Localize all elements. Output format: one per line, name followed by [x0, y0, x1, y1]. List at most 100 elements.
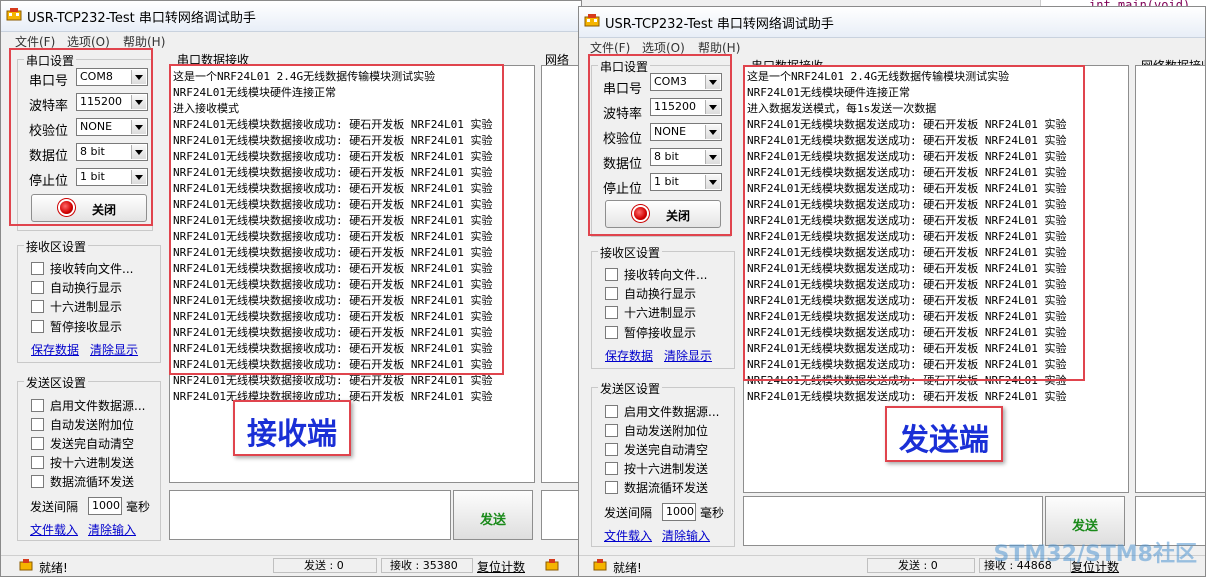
- rx-option-wrap[interactable]: 自动换行显示: [605, 285, 696, 302]
- rx-option-hex[interactable]: 十六进制显示: [31, 298, 122, 315]
- tx-option-autoclear[interactable]: 发送完自动清空: [605, 441, 708, 458]
- rx-option-file[interactable]: 接收转向文件...: [605, 266, 707, 283]
- clear-input-link[interactable]: 清除输入: [88, 521, 136, 538]
- checkbox-icon: [31, 475, 44, 488]
- chevron-down-icon: [131, 145, 146, 159]
- checkbox-icon: [605, 405, 618, 418]
- tx-option-append[interactable]: 自动发送附加位: [31, 416, 134, 433]
- chevron-down-icon: [131, 95, 146, 109]
- checkbox-icon: [31, 300, 44, 313]
- rx-line: NRF24L01无线模块硬件连接正常: [747, 86, 910, 99]
- checkbox-icon: [605, 462, 618, 475]
- menu-options[interactable]: 选项(O): [67, 33, 110, 50]
- baud-value: 115200: [80, 95, 122, 108]
- tx-option-loop[interactable]: 数据流循环发送: [605, 479, 708, 496]
- status-sent-text: 发送 : 0: [898, 559, 938, 572]
- tx-option-hex[interactable]: 按十六进制发送: [605, 460, 708, 477]
- close-port-button[interactable]: 关闭: [31, 194, 147, 222]
- receiver-titlebar[interactable]: USR-TCP232-Test 串口转网络调试助手: [1, 1, 581, 32]
- rx-line: NRF24L01无线模块数据接收成功: 硬石开发板 NRF24L01 实验: [173, 310, 493, 323]
- tx-option-label: 按十六进制发送: [624, 462, 709, 476]
- baud-select[interactable]: 115200: [650, 98, 722, 116]
- receiver-label-box: 接收端: [233, 400, 351, 456]
- stopbits-select[interactable]: 1 bit: [76, 168, 148, 186]
- rx-line: NRF24L01无线模块数据发送成功: 硬石开发板 NRF24L01 实验: [747, 118, 1067, 131]
- interval-input[interactable]: 1000: [88, 497, 122, 515]
- checkbox-icon: [605, 268, 618, 281]
- rx-line: NRF24L01无线模块数据接收成功: 硬石开发板 NRF24L01 实验: [173, 278, 493, 291]
- rx-option-pause[interactable]: 暂停接收显示: [31, 318, 122, 335]
- rx-option-label: 自动换行显示: [50, 281, 123, 295]
- port-select[interactable]: COM8: [76, 68, 148, 86]
- tx-option-loop[interactable]: 数据流循环发送: [31, 473, 134, 490]
- rx-line: NRF24L01无线模块数据发送成功: 硬石开发板 NRF24L01 实验: [747, 262, 1067, 275]
- checkbox-icon: [31, 262, 44, 275]
- chevron-down-icon: [705, 175, 720, 189]
- parity-select[interactable]: NONE: [650, 123, 722, 141]
- rx-option-wrap[interactable]: 自动换行显示: [31, 279, 122, 296]
- clear-display-link[interactable]: 清除显示: [90, 341, 138, 358]
- menu-help[interactable]: 帮助(H): [698, 39, 740, 56]
- port-label: 串口号: [603, 82, 643, 97]
- net-send-input[interactable]: [541, 490, 581, 540]
- rx-line: NRF24L01无线模块数据接收成功: 硬石开发板 NRF24L01 实验: [173, 262, 493, 275]
- checkbox-icon: [605, 306, 618, 319]
- parity-value: NONE: [80, 120, 113, 133]
- file-load-link[interactable]: 文件载入: [30, 521, 78, 538]
- port-value: COM3: [654, 75, 687, 88]
- chevron-down-icon: [131, 120, 146, 134]
- rx-option-label: 接收转向文件...: [624, 268, 708, 282]
- checkbox-icon: [605, 424, 618, 437]
- sender-titlebar[interactable]: USR-TCP232-Test 串口转网络调试助手: [579, 7, 1205, 38]
- tx-option-label: 自动发送附加位: [624, 424, 709, 438]
- tx-option-autoclear[interactable]: 发送完自动清空: [31, 435, 134, 452]
- rx-line: NRF24L01无线模块数据接收成功: 硬石开发板 NRF24L01 实验: [173, 134, 493, 147]
- clear-display-link[interactable]: 清除显示: [664, 347, 712, 364]
- tx-option-label: 启用文件数据源...: [50, 399, 146, 413]
- menu-options[interactable]: 选项(O): [642, 39, 685, 56]
- send-input[interactable]: [169, 490, 451, 540]
- rx-option-file[interactable]: 接收转向文件...: [31, 260, 133, 277]
- tx-option-append[interactable]: 自动发送附加位: [605, 422, 708, 439]
- stopbits-label: 停止位: [29, 174, 69, 189]
- tx-option-hex[interactable]: 按十六进制发送: [31, 454, 134, 471]
- stopbits-select[interactable]: 1 bit: [650, 173, 722, 191]
- group-title: 发送区设置: [24, 374, 89, 391]
- menu-file[interactable]: 文件(F): [15, 33, 55, 50]
- baud-select[interactable]: 115200: [76, 93, 148, 111]
- tx-option-file[interactable]: 启用文件数据源...: [31, 397, 145, 414]
- status-received-text: 接收 : 35380: [390, 559, 458, 572]
- rx-line: NRF24L01无线模块数据接收成功: 硬石开发板 NRF24L01 实验: [173, 118, 493, 131]
- chevron-down-icon: [131, 70, 146, 84]
- databits-value: 8 bit: [654, 150, 679, 163]
- interval-unit: 毫秒: [700, 506, 725, 520]
- net-data-area[interactable]: [541, 65, 581, 483]
- group-title: 接收区设置: [24, 238, 89, 255]
- sender-label: 发送端: [899, 423, 989, 458]
- rx-option-pause[interactable]: 暂停接收显示: [605, 324, 696, 341]
- save-data-link[interactable]: 保存数据: [31, 341, 79, 358]
- file-load-link[interactable]: 文件载入: [604, 527, 652, 544]
- rx-line: NRF24L01无线模块数据发送成功: 硬石开发板 NRF24L01 实验: [747, 278, 1067, 291]
- send-button[interactable]: 发送: [453, 490, 533, 540]
- group-title: 串口设置: [24, 52, 77, 69]
- menu-help[interactable]: 帮助(H): [123, 33, 165, 50]
- chevron-down-icon: [705, 125, 720, 139]
- parity-select[interactable]: NONE: [76, 118, 148, 136]
- interval-input[interactable]: 1000: [662, 503, 696, 521]
- status-sent: 发送 : 0: [273, 558, 377, 573]
- rx-data-area[interactable]: 这是一个NRF24L01 2.4G无线数据传输模块测试实验 NRF24L01无线模…: [169, 65, 535, 483]
- clear-input-link[interactable]: 清除输入: [662, 527, 710, 544]
- tx-option-file[interactable]: 启用文件数据源...: [605, 403, 719, 420]
- interval-unit: 毫秒: [126, 500, 151, 514]
- reset-count-button[interactable]: 复位计数: [477, 558, 525, 575]
- menu-file[interactable]: 文件(F): [590, 39, 630, 56]
- port-select[interactable]: COM3: [650, 73, 722, 91]
- net-data-area[interactable]: [1135, 65, 1205, 493]
- close-port-button[interactable]: 关闭: [605, 200, 721, 228]
- rx-option-hex[interactable]: 十六进制显示: [605, 304, 696, 321]
- rx-line: NRF24L01无线模块数据接收成功: 硬石开发板 NRF24L01 实验: [173, 166, 493, 179]
- databits-select[interactable]: 8 bit: [76, 143, 148, 161]
- databits-select[interactable]: 8 bit: [650, 148, 722, 166]
- save-data-link[interactable]: 保存数据: [605, 347, 653, 364]
